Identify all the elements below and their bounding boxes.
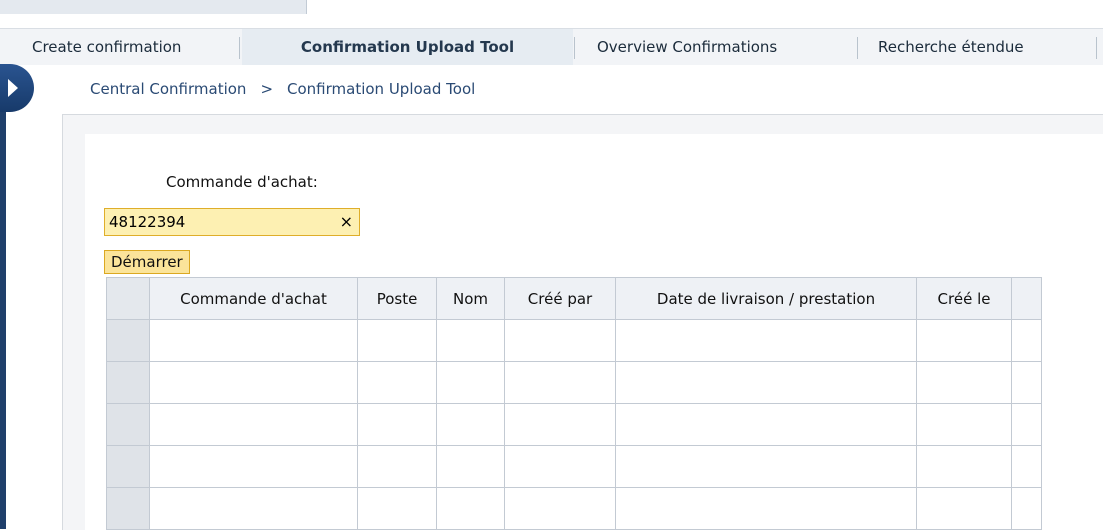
table-cell[interactable]	[357, 403, 437, 446]
column-header-purchase-order[interactable]: Commande d'achat	[149, 277, 358, 320]
purchase-order-field: ×	[104, 208, 360, 236]
table-cell[interactable]	[357, 319, 437, 362]
table-row[interactable]	[106, 445, 1042, 488]
close-icon[interactable]: ×	[340, 212, 353, 232]
tab-separator	[574, 37, 575, 59]
breadcrumb: Central Confirmation > Confirmation Upload…	[90, 64, 475, 114]
table-row[interactable]	[106, 403, 1042, 446]
table-cell[interactable]	[436, 487, 505, 530]
select-all-cell[interactable]	[106, 277, 150, 320]
tab-recherche-etendue[interactable]: Recherche étendue	[878, 29, 1024, 65]
breadcrumb-item-central-confirmation[interactable]: Central Confirmation	[90, 64, 246, 114]
start-button[interactable]: Démarrer	[104, 250, 190, 274]
table-cell[interactable]	[149, 445, 358, 488]
sidebar-toggle-button[interactable]	[0, 64, 34, 112]
row-selector[interactable]	[106, 319, 150, 362]
chevron-right-icon	[8, 79, 18, 97]
column-header-nom[interactable]: Nom	[436, 277, 505, 320]
table-cell[interactable]	[149, 403, 358, 446]
table-cell[interactable]	[436, 445, 505, 488]
sidebar-strip	[0, 64, 6, 529]
table-cell	[1011, 403, 1042, 446]
table-cell[interactable]	[504, 403, 616, 446]
purchase-order-input[interactable]	[109, 209, 329, 235]
table-cell[interactable]	[615, 403, 917, 446]
tab-bar: Create confirmation Confirmation Upload …	[0, 28, 1103, 65]
column-header-created-on[interactable]: Créé le	[916, 277, 1012, 320]
row-selector[interactable]	[106, 445, 150, 488]
table-cell[interactable]	[916, 361, 1012, 404]
column-header-poste[interactable]: Poste	[357, 277, 437, 320]
table-cell[interactable]	[615, 361, 917, 404]
table-cell[interactable]	[436, 319, 505, 362]
purchase-order-label: Commande d'achat:	[166, 173, 318, 191]
table-cell[interactable]	[149, 319, 358, 362]
tab-separator	[1096, 37, 1097, 59]
table-cell[interactable]	[149, 361, 358, 404]
table-cell	[1011, 445, 1042, 488]
breadcrumb-item-current: Confirmation Upload Tool	[287, 80, 476, 98]
tab-create-confirmation[interactable]: Create confirmation	[32, 29, 181, 65]
table-cell[interactable]	[615, 319, 917, 362]
table-row[interactable]	[106, 361, 1042, 404]
tab-confirmation-upload-tool[interactable]: Confirmation Upload Tool	[242, 29, 573, 65]
table-cell[interactable]	[615, 445, 917, 488]
table-cell[interactable]	[504, 445, 616, 488]
table-cell[interactable]	[615, 487, 917, 530]
row-selector[interactable]	[106, 403, 150, 446]
tab-separator	[857, 37, 858, 59]
column-header-created-by[interactable]: Créé par	[504, 277, 616, 320]
table-cell[interactable]	[916, 445, 1012, 488]
results-table: Commande d'achat Poste Nom Créé par Date…	[106, 277, 1042, 530]
window-tab-stub	[0, 0, 307, 14]
table-cell[interactable]	[916, 319, 1012, 362]
column-header-filler	[1011, 277, 1042, 320]
table-cell[interactable]	[436, 403, 505, 446]
table-cell	[1011, 319, 1042, 362]
table-cell[interactable]	[357, 361, 437, 404]
table-row[interactable]	[106, 487, 1042, 530]
column-header-delivery-date[interactable]: Date de livraison / prestation	[615, 277, 917, 320]
tab-separator	[239, 37, 240, 59]
table-header-row: Commande d'achat Poste Nom Créé par Date…	[106, 277, 1042, 320]
top-strip	[0, 0, 1103, 28]
table-row[interactable]	[106, 319, 1042, 362]
row-selector[interactable]	[106, 487, 150, 530]
table-cell[interactable]	[916, 487, 1012, 530]
tab-overview-confirmations[interactable]: Overview Confirmations	[597, 29, 777, 65]
table-cell[interactable]	[436, 361, 505, 404]
table-cell	[1011, 361, 1042, 404]
table-cell[interactable]	[504, 319, 616, 362]
table-cell[interactable]	[916, 403, 1012, 446]
table-cell[interactable]	[357, 445, 437, 488]
table-cell[interactable]	[149, 487, 358, 530]
table-cell[interactable]	[504, 361, 616, 404]
table-cell[interactable]	[504, 487, 616, 530]
table-cell	[1011, 487, 1042, 530]
table-cell[interactable]	[357, 487, 437, 530]
row-selector[interactable]	[106, 361, 150, 404]
breadcrumb-separator: >	[260, 80, 274, 98]
